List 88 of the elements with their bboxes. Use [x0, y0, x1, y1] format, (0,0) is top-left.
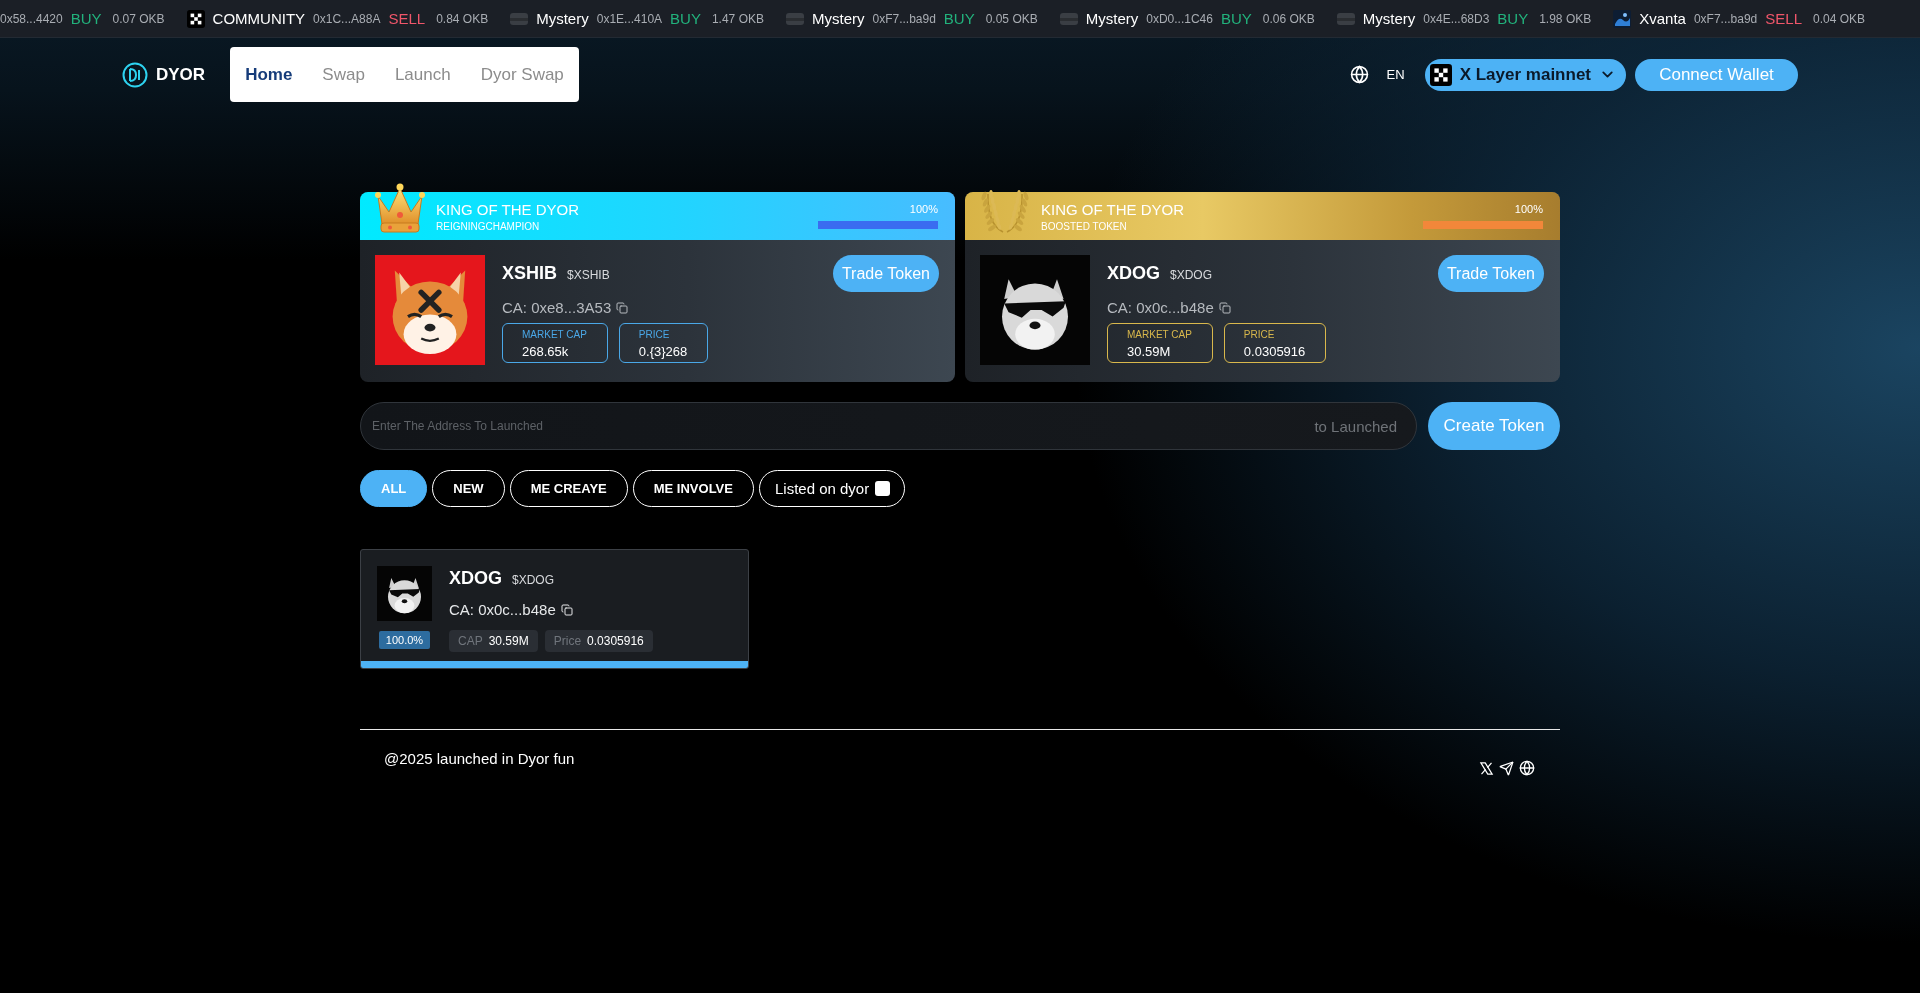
nav-link[interactable]: Dyor Swap	[480, 64, 564, 85]
chip-value: 0.0305916	[587, 634, 644, 648]
checkbox[interactable]	[875, 481, 891, 496]
king-title: KING OF THE DYOR	[1041, 200, 1185, 218]
copy-icon[interactable]	[616, 301, 629, 314]
x-link[interactable]	[1479, 760, 1494, 776]
logo-icon	[122, 61, 148, 88]
token-card[interactable]: 100.0% XDOG $XDOG CA: 0x0c...b48e CAP 30.59M Price 0.0305916	[360, 549, 749, 669]
globe-icon	[1519, 760, 1535, 776]
trade-side-label: SELL	[388, 10, 426, 27]
ticker-address: 0x58...4420	[0, 11, 63, 26]
stat-value: 268.65k	[522, 344, 569, 360]
trade-side-label: BUY	[943, 10, 975, 27]
ticker-token-name: COMMUNITY	[212, 10, 306, 27]
filter-tab[interactable]: ME CREAYE	[509, 470, 628, 507]
ticker-token-name: Mystery	[536, 10, 589, 27]
stat-label: MARKET CAP	[522, 328, 587, 341]
ticker-token-name: Mystery	[1362, 10, 1416, 27]
ticker-address: 0x4E...68D3	[1423, 11, 1490, 26]
king-subtitle: REIGNINGCHAMPION	[436, 220, 541, 232]
grid-logo-icon	[186, 9, 205, 28]
dog-with-sunglasses-drawing	[377, 566, 432, 621]
network-selector[interactable]: X Layer mainnet	[1424, 58, 1626, 91]
chip-label: CAP	[458, 634, 483, 648]
copy-icon[interactable]	[1218, 301, 1231, 314]
crown-icon	[374, 182, 426, 236]
trade-amount: 0.06 OKB	[1262, 11, 1315, 26]
trade-side-label: BUY	[1220, 10, 1252, 27]
language-label[interactable]: EN	[1386, 67, 1405, 82]
trade-amount: 0.05 OKB	[985, 11, 1038, 26]
chip-label: Price	[553, 634, 582, 648]
website-link[interactable]	[1519, 760, 1535, 776]
chip-value: 30.59M	[488, 634, 529, 648]
stat-value: 30.59M	[1127, 344, 1171, 360]
token-name: XDOG	[449, 568, 502, 589]
blank-thumbnail-icon	[510, 12, 529, 25]
blank-thumbnail-icon	[1336, 12, 1355, 25]
contract-address: CA: 0x0c...b48e	[449, 601, 556, 618]
blank-thumbnail-icon	[785, 12, 804, 25]
x-logo-icon	[1479, 760, 1494, 776]
token-symbol: $XDOG	[512, 573, 555, 587]
filter-tab[interactable]: NEW	[432, 470, 505, 507]
contract-address: CA: 0xe8...3A53	[502, 299, 612, 316]
grid-logo-icon	[1429, 63, 1452, 86]
king-title: KING OF THE DYOR	[436, 200, 580, 218]
trade-side-label: SELL	[1765, 10, 1802, 27]
progress-badge: 100.0%	[378, 631, 431, 649]
nav-link[interactable]: Home	[245, 64, 293, 85]
trade-amount: 1.98 OKB	[1539, 11, 1592, 26]
ticker-address: 0xF7...ba9d	[872, 11, 936, 26]
blank-thumbnail-icon	[1059, 12, 1078, 25]
listed-toggle[interactable]: Listed on dyor	[758, 470, 906, 507]
trade-amount: 0.84 OKB	[436, 11, 489, 26]
copy-icon[interactable]	[560, 603, 573, 616]
stat-label: MARKET CAP	[1127, 328, 1192, 341]
telegram-link[interactable]	[1499, 760, 1514, 776]
stat-label: PRICE	[638, 328, 670, 341]
ticker-token-name: Mystery	[811, 10, 865, 27]
ticker-address: 0x1C...A88A	[313, 11, 381, 26]
brand-name: DYOR	[156, 64, 206, 85]
globe-icon[interactable]	[1349, 65, 1369, 84]
stat-value: 0.0305916	[1243, 344, 1306, 360]
ticker-token-name: Mystery	[1085, 10, 1139, 27]
contract-address: CA: 0x0c...b48e	[1107, 299, 1214, 316]
field-suffix: to Launched	[1314, 417, 1397, 435]
token-name: XDOG	[1107, 263, 1160, 284]
trade-amount: 0.07 OKB	[112, 11, 165, 26]
trade-side-label: BUY	[1497, 10, 1529, 27]
ticker-token-name: Xvanta	[1639, 10, 1686, 27]
token-symbol: $XDOG	[1170, 268, 1213, 282]
image-thumbnail-icon	[1613, 9, 1632, 28]
king-subtitle: BOOSTED TOKEN	[1041, 220, 1128, 232]
stat-label: PRICE	[1243, 328, 1275, 341]
filter-tab[interactable]: ME INVOLVE	[632, 470, 754, 507]
progress-percent: 100%	[1514, 203, 1543, 215]
progress-percent: 100%	[909, 203, 938, 215]
trade-side-label: BUY	[670, 10, 701, 27]
stat-value: 0.{3}268	[638, 344, 688, 360]
trade-side-label: BUY	[70, 10, 102, 27]
ticker-address: 0xD0...1C46	[1146, 11, 1213, 26]
ticker-address: 0xF7...ba9d	[1693, 11, 1758, 26]
token-symbol: $XSHIB	[567, 268, 610, 282]
ticker-address: 0x1E...410A	[596, 11, 663, 26]
copyright-text: @2025 launched in Dyor fun	[384, 750, 575, 769]
trade-amount: 1.47 OKB	[711, 11, 764, 26]
paper-plane-icon	[1499, 760, 1514, 776]
trade-amount: 0.04 OKB	[1813, 11, 1866, 26]
token-name: XSHIB	[502, 263, 557, 284]
